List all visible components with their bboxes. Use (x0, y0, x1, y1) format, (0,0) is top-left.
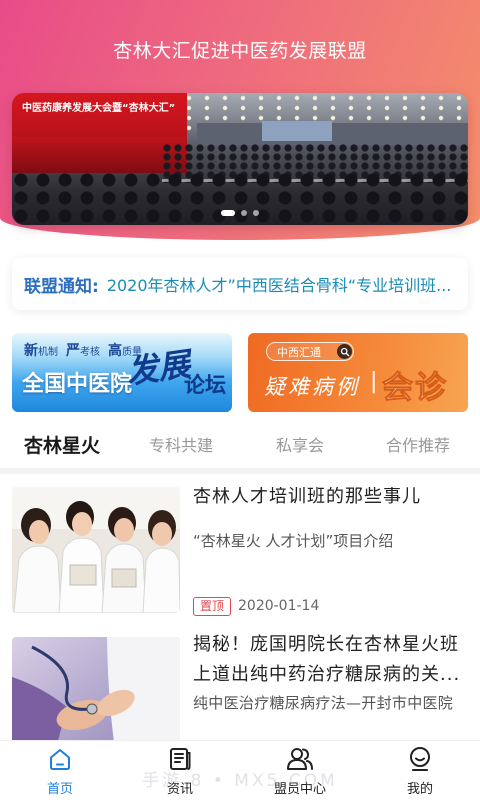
home-icon (47, 746, 73, 772)
tab-cooperation[interactable]: 合作推荐 (363, 432, 473, 460)
hall-back-wall (197, 123, 468, 145)
hall-screen (262, 121, 332, 141)
carousel-dot[interactable] (253, 210, 259, 216)
promo-consult-divider: | (370, 369, 378, 394)
nav-profile-label: 我的 (406, 782, 433, 797)
search-icon (337, 344, 352, 359)
article-date: 2020-01-14 (238, 598, 320, 614)
article-thumbnail (12, 487, 180, 613)
article-card[interactable]: 杏林人才培训班的那些事儿 “杏林星火 人才计划”项目介绍 置顶 2020-01-… (12, 487, 468, 617)
notice-bar[interactable]: 联盟通知: 2020年杏林人才”中西医结合骨科“专业培训班... (12, 258, 468, 310)
audience-front-rows (12, 171, 468, 225)
pinned-badge: 置顶 (193, 597, 231, 616)
nav-news-label: 资讯 (166, 782, 193, 797)
carousel-dot[interactable] (241, 210, 247, 216)
bottom-nav: 首页 资讯 盟员中心 我的 (0, 740, 480, 800)
article-summary: “杏林星火 人才计划”项目介绍 (193, 532, 394, 550)
promo-forum-accent: 发展 (123, 344, 193, 392)
page-title: 杏林大汇促进中医药发展联盟 (113, 40, 367, 62)
profile-icon (407, 746, 433, 772)
promo-pill-label: 中西汇通 (277, 345, 321, 359)
tab-xinglin-xinghuo[interactable]: 杏林星火 (7, 432, 117, 460)
tab-private-salon[interactable]: 私享会 (245, 432, 355, 460)
stage-banner-caption: 中医药康养发展大会暨“杏林大汇” (22, 103, 176, 114)
article-title[interactable]: 杏林人才培训班的那些事儿 (193, 487, 468, 510)
promo-consult-accent: 会诊 (382, 370, 448, 407)
nurses-photo (12, 487, 180, 613)
diabetes-care-photo (12, 637, 180, 740)
carousel-dot-active[interactable] (221, 210, 235, 216)
nurse-figure (142, 510, 180, 613)
promo-card-forum[interactable]: 新机制 严考核 高质量 全国中医院 发展 论坛 (12, 333, 232, 412)
nav-home-label: 首页 (46, 782, 73, 797)
section-divider (0, 468, 480, 474)
members-icon (286, 746, 314, 772)
article-card[interactable]: 揭秘！庞国明院长在杏林星火班上道出纯中药治疗糖尿病的关... 纯中医治疗糖尿病疗… (12, 630, 468, 740)
stage (12, 137, 187, 173)
stage-banner: 中医药康养发展大会暨“杏林大汇” (12, 93, 187, 137)
nav-members[interactable]: 盟员中心 (240, 741, 360, 800)
tagline-word: 新机制 (24, 343, 58, 359)
article-title[interactable]: 揭秘！庞国明院长在杏林星火班上道出纯中药治疗糖尿病的关... (193, 630, 468, 690)
nav-home[interactable]: 首页 (0, 741, 120, 800)
nav-news[interactable]: 资讯 (120, 741, 240, 800)
article-summary: 纯中医治疗糖尿病疗法—开封市中医院 (193, 694, 454, 712)
article-thumbnail (12, 637, 180, 740)
tab-specialty-building[interactable]: 专科共建 (126, 432, 236, 460)
promo-card-consultation[interactable]: 中西汇通 疑难病例 | 会诊 (248, 333, 468, 412)
doctor-figure (107, 637, 180, 740)
promo-forum-suffix: 论坛 (184, 373, 226, 397)
carousel-indicator (12, 210, 468, 216)
banner-carousel[interactable]: 中医药康养发展大会暨“杏林大汇” (12, 93, 468, 225)
banner-photo: 中医药康养发展大会暨“杏林大汇” (12, 93, 468, 225)
promo-consult-headline: 疑难病例 (264, 375, 360, 399)
promo-pill: 中西汇通 (266, 342, 354, 361)
promo-forum-headline: 全国中医院 (22, 372, 133, 397)
notice-text[interactable]: 2020年杏林人才”中西医结合骨科“专业培训班... (107, 272, 452, 296)
notice-label: 联盟通知: (24, 276, 99, 297)
tagline-word: 严考核 (66, 343, 100, 359)
nav-profile[interactable]: 我的 (360, 741, 480, 800)
nav-members-label: 盟员中心 (273, 782, 326, 797)
news-icon (167, 746, 193, 772)
